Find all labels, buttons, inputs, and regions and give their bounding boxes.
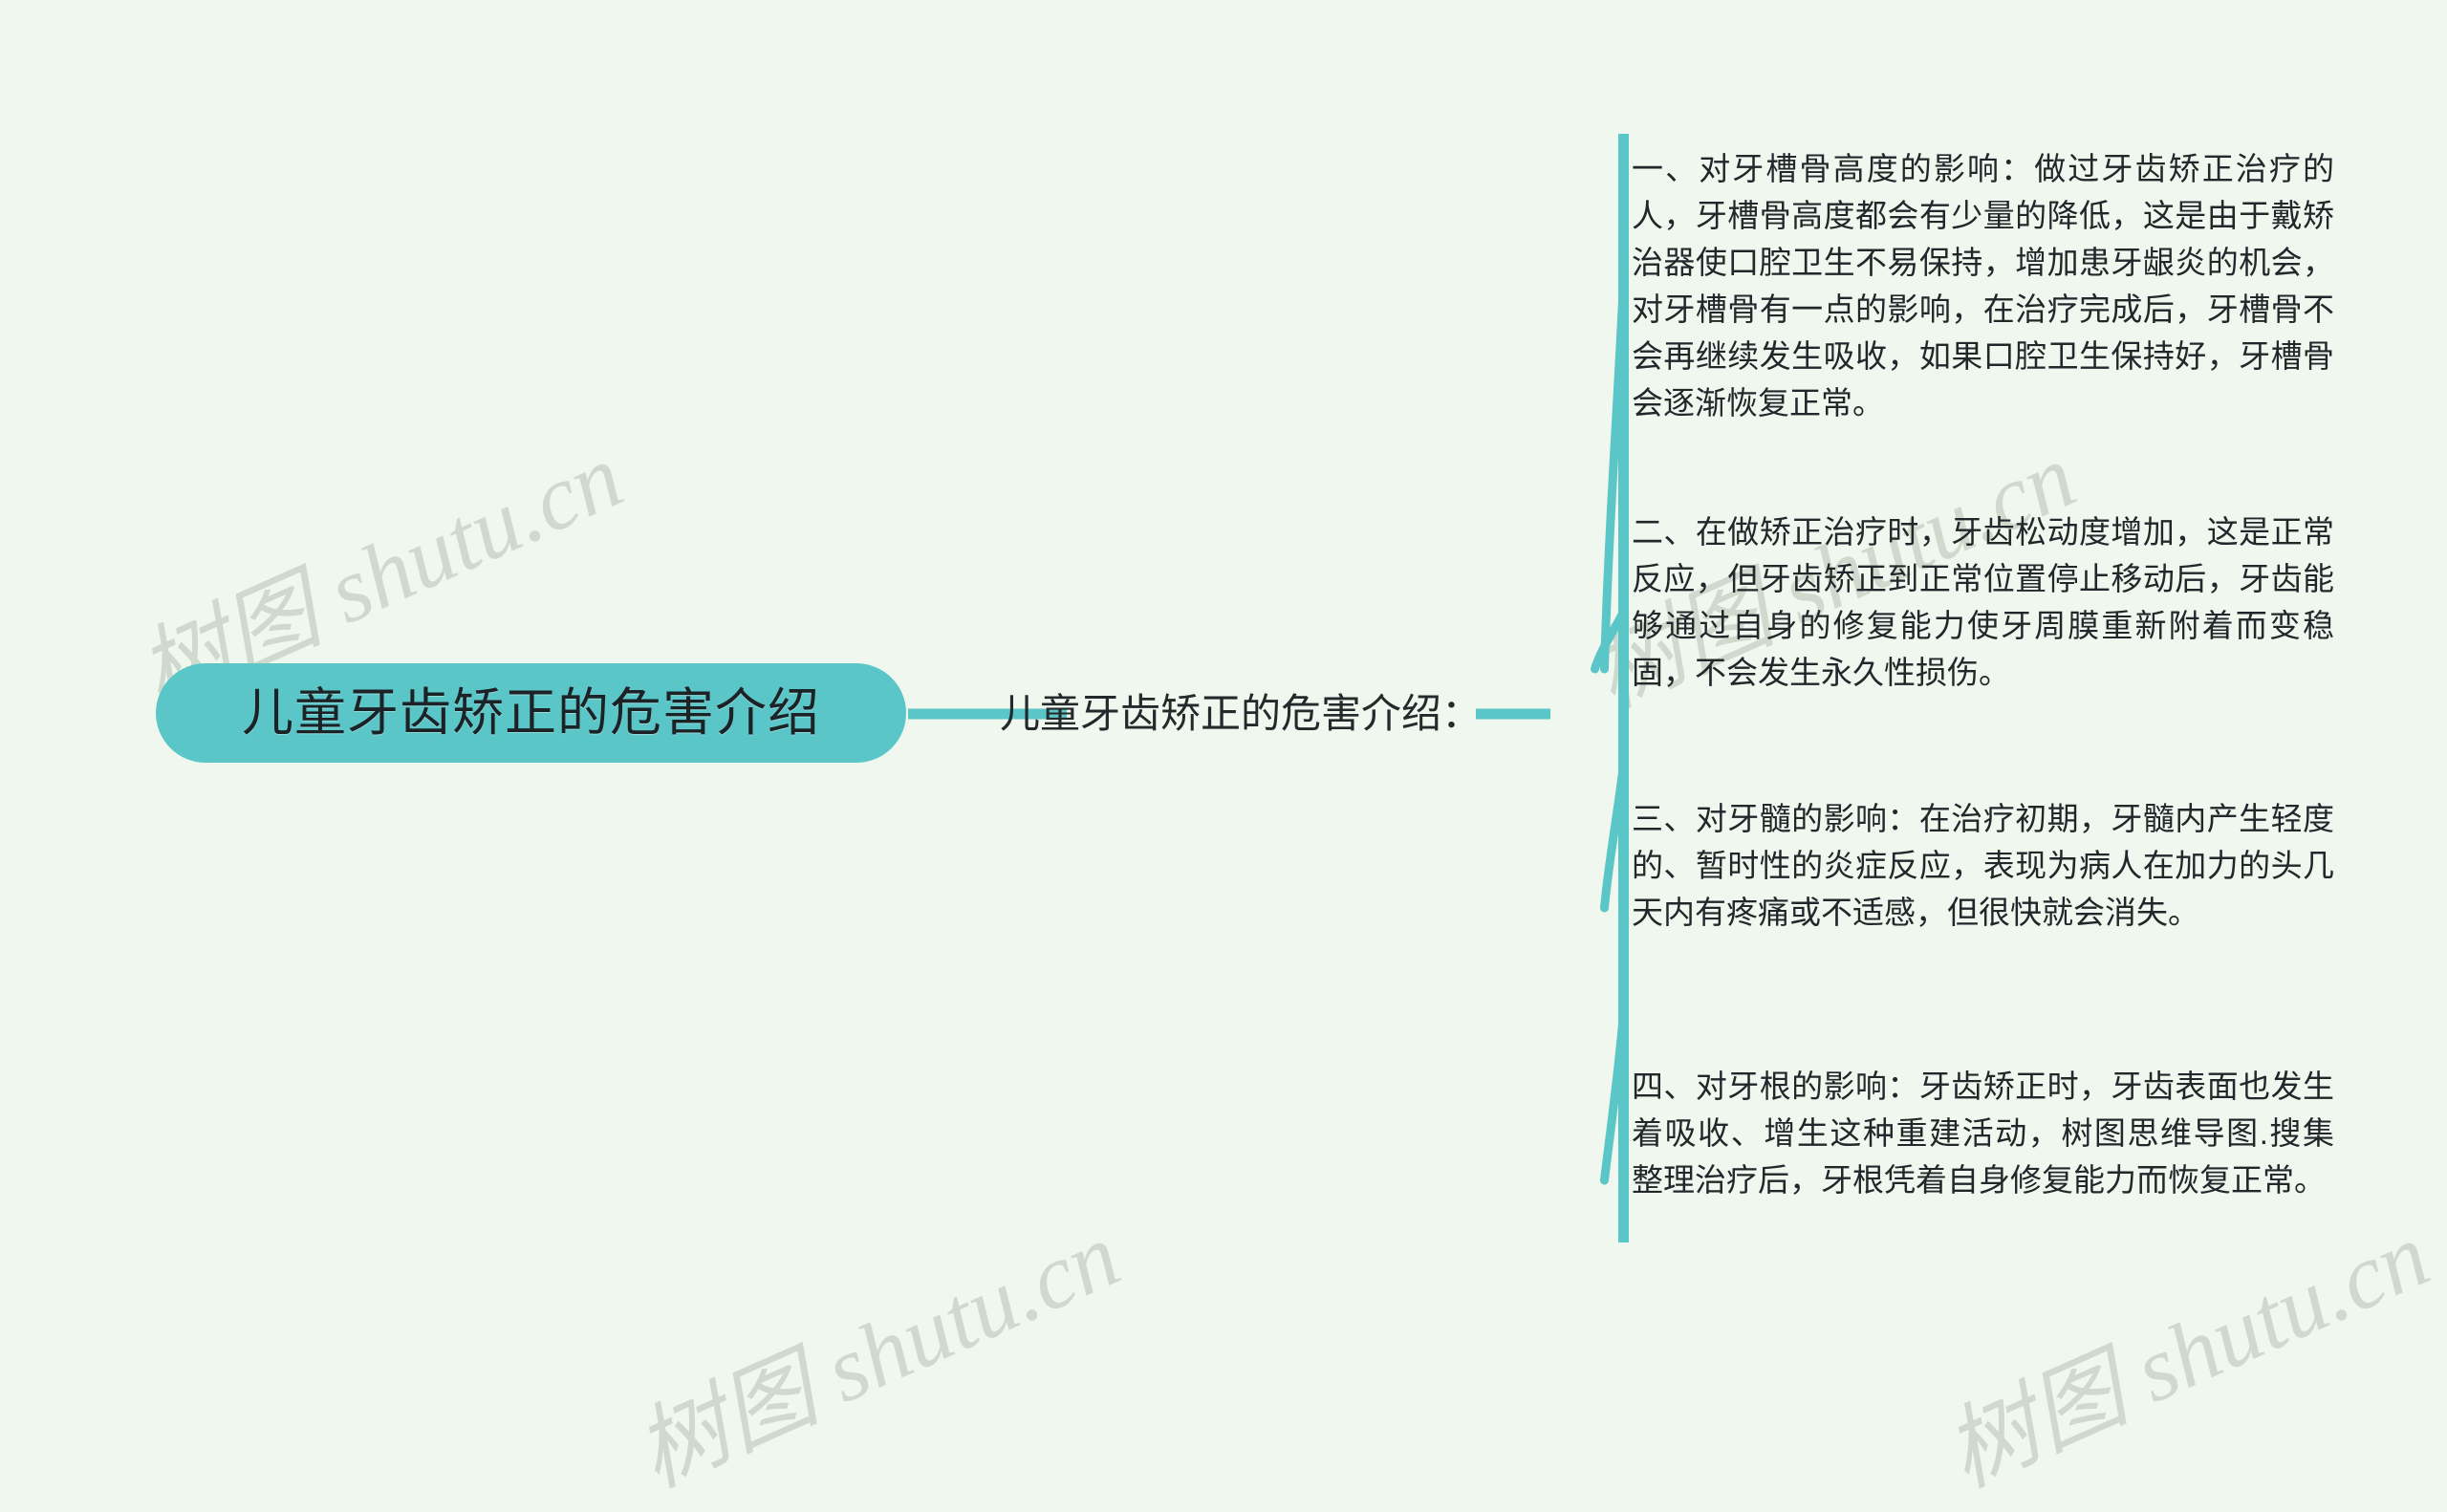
- mindmap-canvas: 树图 shutu.cn 树图 shutu.cn 树图 shutu.cn 树图 s…: [0, 0, 2447, 1506]
- branch-node-3[interactable]: 三、对牙髓的影响：在治疗初期，牙髓内产生轻度的、暂时性的炎症反应，表现为病人在加…: [1632, 795, 2334, 936]
- connector-branch-4: [1600, 1008, 1628, 1185]
- topic-node-label: 儿童牙齿矫正的危害介绍：: [1000, 691, 1483, 736]
- connector-branch-2: [1591, 607, 1628, 674]
- branch-node-4[interactable]: 四、对牙根的影响：牙齿矫正时，牙齿表面也发生着吸收、增生这种重建活动，树图思维导…: [1632, 1063, 2334, 1203]
- branch-node-2[interactable]: 二、在做矫正治疗时，牙齿松动度增加，这是正常反应，但牙齿矫正到正常位置停止移动后…: [1632, 508, 2334, 696]
- connector-branch-3: [1600, 760, 1628, 913]
- topic-node[interactable]: 儿童牙齿矫正的危害介绍：: [1000, 686, 1482, 742]
- connector-branch-1: [1600, 277, 1628, 674]
- watermark: 树图 shutu.cn: [621, 1202, 1134, 1506]
- branch-node-1[interactable]: 一、对牙槽骨高度的影响：做过牙齿矫正治疗的人，牙槽骨高度都会有少量的降低，这是由…: [1632, 145, 2334, 426]
- root-node[interactable]: 儿童牙齿矫正的危害介绍: [156, 663, 906, 763]
- root-node-label: 儿童牙齿矫正的危害介绍: [242, 684, 820, 742]
- watermark: 树图 shutu.cn: [1931, 1202, 2443, 1506]
